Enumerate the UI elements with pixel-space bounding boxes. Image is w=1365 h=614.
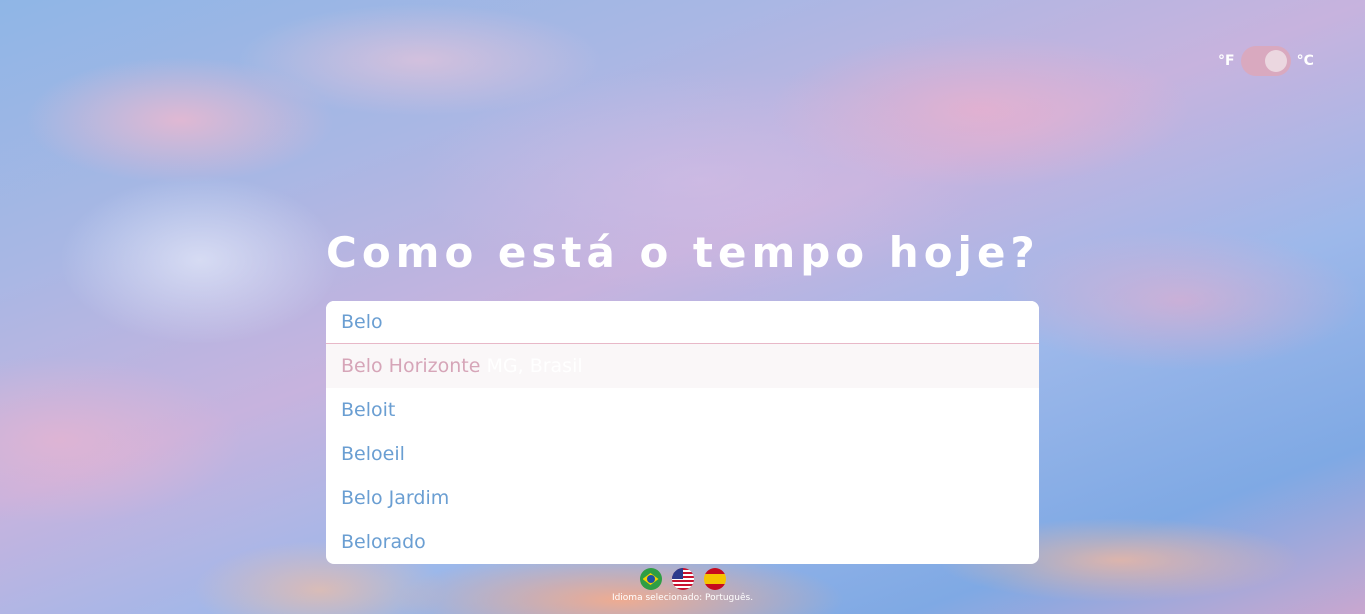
unit-switch-knob[interactable] xyxy=(1264,50,1287,72)
page-title: Como está o tempo hoje? xyxy=(326,228,1040,277)
city-search-input[interactable] xyxy=(326,301,1039,344)
suggestion-item[interactable]: Belorado xyxy=(326,520,1039,564)
fahrenheit-label: °F xyxy=(1218,53,1235,69)
celsius-label: °C xyxy=(1296,53,1314,69)
suggestion-name: Beloit xyxy=(341,399,396,421)
temperature-unit-toggle: °F °C xyxy=(1218,46,1314,76)
flag-list xyxy=(0,568,1365,590)
language-selector: Idioma selecionado: Português. xyxy=(0,568,1365,603)
suggestion-item[interactable]: Belo Jardim xyxy=(326,476,1039,520)
suggestion-name: Beloeil xyxy=(341,443,405,465)
suggestion-list: Belo Horizonte MG, Brasil Beloit Beloeil… xyxy=(326,344,1039,564)
selected-language-text: Idioma selecionado: Português. xyxy=(611,593,754,603)
suggestion-item[interactable]: Belo Horizonte MG, Brasil xyxy=(326,344,1039,388)
usa-flag-icon[interactable] xyxy=(671,568,694,590)
suggestion-name: Belo Horizonte xyxy=(341,355,481,377)
suggestion-item[interactable]: Beloeil xyxy=(326,432,1039,476)
suggestion-item[interactable]: Beloit xyxy=(326,388,1039,432)
search-box: Belo Horizonte MG, Brasil Beloit Beloeil… xyxy=(326,301,1039,564)
spain-flag-icon[interactable] xyxy=(703,568,726,590)
suggestion-name: Belo Jardim xyxy=(341,487,450,509)
brazil-flag-icon[interactable] xyxy=(639,568,662,590)
suggestion-region: MG, Brasil xyxy=(486,355,583,377)
unit-switch[interactable] xyxy=(1240,46,1291,76)
suggestion-name: Belorado xyxy=(341,531,426,553)
